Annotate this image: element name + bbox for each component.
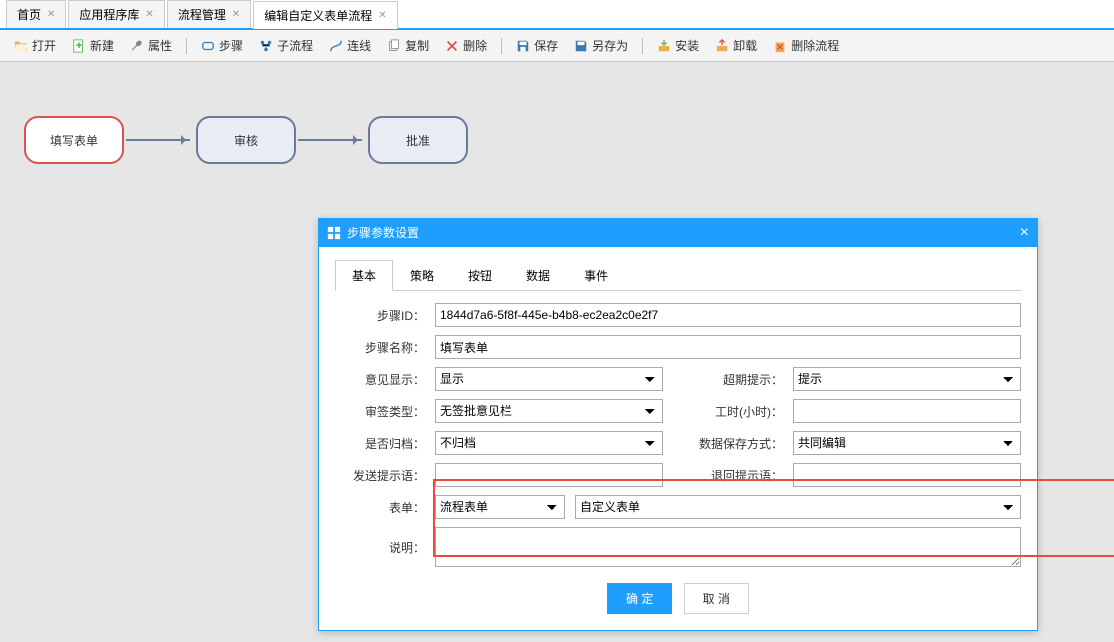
tab-strategy[interactable]: 策略 bbox=[393, 260, 451, 291]
label-back-tip: 退回提示语： bbox=[673, 467, 783, 484]
saveas-button[interactable]: 另存为 bbox=[568, 34, 634, 57]
opinion-show-select[interactable]: 显示 bbox=[435, 367, 663, 391]
wrench-icon bbox=[130, 39, 144, 53]
delete-button[interactable]: 删除 bbox=[439, 34, 493, 57]
close-icon[interactable]: ✕ bbox=[232, 1, 240, 29]
tab-event[interactable]: 事件 bbox=[567, 260, 625, 291]
step-button[interactable]: 步骤 bbox=[195, 34, 249, 57]
tab-edit-custom-form-flow[interactable]: 编辑自定义表单流程✕ bbox=[253, 1, 397, 29]
label-form: 表单： bbox=[335, 499, 425, 516]
folder-open-icon bbox=[14, 39, 28, 53]
delete-flow-icon bbox=[773, 39, 787, 53]
label-overdue-tip: 超期提示： bbox=[673, 371, 783, 388]
subflow-icon bbox=[259, 39, 273, 53]
label-opinion-show: 意见显示： bbox=[335, 371, 425, 388]
saveas-icon bbox=[574, 39, 588, 53]
label-work-hour: 工时(小时)： bbox=[673, 403, 783, 420]
flow-node-start[interactable]: 填写表单 bbox=[24, 116, 124, 164]
uninstall-button[interactable]: 卸载 bbox=[709, 34, 763, 57]
tab-home[interactable]: 首页✕ bbox=[6, 0, 66, 28]
close-icon[interactable]: ✕ bbox=[145, 1, 153, 29]
overdue-tip-select[interactable]: 提示 bbox=[793, 367, 1021, 391]
step-icon bbox=[201, 39, 215, 53]
back-tip-input[interactable] bbox=[793, 463, 1021, 487]
label-sign-type: 审签类型： bbox=[335, 403, 425, 420]
flow-node-approve[interactable]: 批准 bbox=[368, 116, 468, 164]
label-save-mode: 数据保存方式： bbox=[673, 435, 783, 452]
archive-select[interactable]: 不归档 bbox=[435, 431, 663, 455]
copy-button[interactable]: 复制 bbox=[381, 34, 435, 57]
dialog-footer: 确 定 取 消 bbox=[335, 583, 1021, 614]
separator bbox=[642, 38, 643, 54]
separator bbox=[501, 38, 502, 54]
install-button[interactable]: 安装 bbox=[651, 34, 705, 57]
form: 步骤ID： 步骤名称： 意见显示： 显示 超期提示： 提示 审签类型： 无签批意… bbox=[335, 303, 1021, 567]
copy-icon bbox=[387, 39, 401, 53]
flow-arrow bbox=[126, 139, 190, 141]
connector-icon bbox=[329, 39, 343, 53]
uninstall-icon bbox=[715, 39, 729, 53]
tab-button[interactable]: 按钮 bbox=[451, 260, 509, 291]
separator bbox=[186, 38, 187, 54]
flow-node-review[interactable]: 审核 bbox=[196, 116, 296, 164]
sign-type-select[interactable]: 无签批意见栏 bbox=[435, 399, 663, 423]
new-file-icon bbox=[72, 39, 86, 53]
dialog-title: 步骤参数设置 bbox=[347, 219, 419, 247]
top-tabs: 首页✕ 应用程序库✕ 流程管理✕ 编辑自定义表单流程✕ bbox=[0, 0, 1114, 30]
form-name-select[interactable]: 自定义表单 bbox=[575, 495, 1021, 519]
dialog-close-icon[interactable]: × bbox=[1020, 219, 1029, 247]
tab-app-lib[interactable]: 应用程序库✕ bbox=[68, 0, 164, 28]
tab-data[interactable]: 数据 bbox=[509, 260, 567, 291]
save-mode-select[interactable]: 共同编辑 bbox=[793, 431, 1021, 455]
install-icon bbox=[657, 39, 671, 53]
dialog-titlebar[interactable]: 步骤参数设置 × bbox=[319, 219, 1037, 247]
label-step-name: 步骤名称： bbox=[335, 339, 425, 356]
label-archive: 是否归档： bbox=[335, 435, 425, 452]
form-type-select[interactable]: 流程表单 bbox=[435, 495, 565, 519]
tab-basic[interactable]: 基本 bbox=[335, 260, 393, 291]
toolbar: 打开 新建 属性 步骤 子流程 连线 复制 删除 保存 另存为 安装 卸载 删除… bbox=[0, 30, 1114, 62]
label-note: 说明： bbox=[335, 539, 425, 556]
send-tip-input[interactable] bbox=[435, 463, 663, 487]
step-id-input[interactable] bbox=[435, 303, 1021, 327]
grid-icon bbox=[327, 226, 341, 240]
label-step-id: 步骤ID： bbox=[335, 307, 425, 324]
close-icon[interactable]: ✕ bbox=[378, 2, 386, 30]
cancel-button[interactable]: 取 消 bbox=[684, 583, 749, 614]
attr-button[interactable]: 属性 bbox=[124, 34, 178, 57]
new-button[interactable]: 新建 bbox=[66, 34, 120, 57]
ok-button[interactable]: 确 定 bbox=[607, 583, 672, 614]
line-button[interactable]: 连线 bbox=[323, 34, 377, 57]
tab-flow-mgmt[interactable]: 流程管理✕ bbox=[167, 0, 251, 28]
open-button[interactable]: 打开 bbox=[8, 34, 62, 57]
delete-icon bbox=[445, 39, 459, 53]
flow-arrow bbox=[298, 139, 362, 141]
dialog-tabs: 基本 策略 按钮 数据 事件 bbox=[335, 259, 1021, 291]
work-hour-input[interactable] bbox=[793, 399, 1021, 423]
save-icon bbox=[516, 39, 530, 53]
step-params-dialog: 步骤参数设置 × 基本 策略 按钮 数据 事件 步骤ID： 步骤名称： 意见显示… bbox=[318, 218, 1038, 631]
note-textarea[interactable] bbox=[435, 527, 1021, 567]
label-send-tip: 发送提示语： bbox=[335, 467, 425, 484]
step-name-input[interactable] bbox=[435, 335, 1021, 359]
subflow-button[interactable]: 子流程 bbox=[253, 34, 319, 57]
close-icon[interactable]: ✕ bbox=[47, 1, 55, 29]
deleteflow-button[interactable]: 删除流程 bbox=[767, 34, 845, 57]
save-button[interactable]: 保存 bbox=[510, 34, 564, 57]
